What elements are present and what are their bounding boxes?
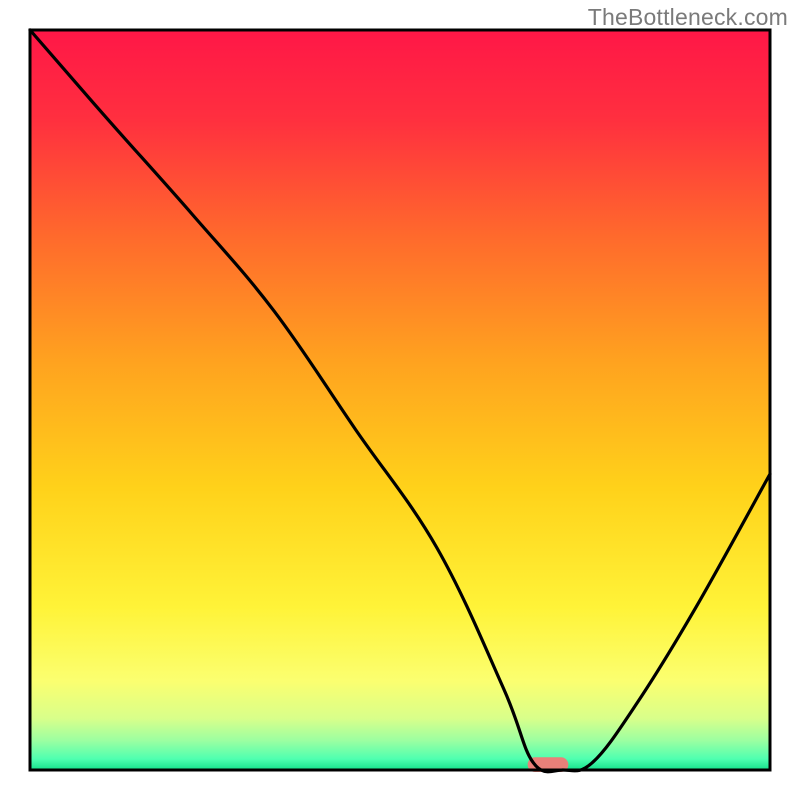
plot-background <box>30 30 770 770</box>
chart-svg <box>0 0 800 800</box>
watermark-text: TheBottleneck.com <box>588 4 788 31</box>
chart-container: TheBottleneck.com <box>0 0 800 800</box>
